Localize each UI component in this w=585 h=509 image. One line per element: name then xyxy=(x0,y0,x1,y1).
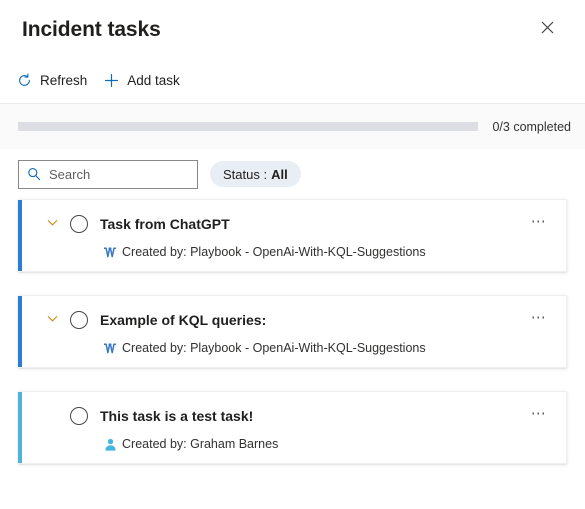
refresh-icon xyxy=(16,73,32,89)
more-horizontal-icon: ⋯ xyxy=(530,212,548,230)
task-meta: Created by: Playbook - OpenAi-With-KQL-S… xyxy=(18,245,552,259)
person-icon xyxy=(103,437,117,451)
task-created-by: Created by: Graham Barnes xyxy=(122,437,279,451)
progress-bar xyxy=(18,122,479,131)
task-complete-checkbox[interactable] xyxy=(70,311,88,329)
status-filter-pill[interactable]: Status : All xyxy=(210,161,301,187)
progress-band: 0/3 completed xyxy=(0,104,585,149)
more-horizontal-icon: ⋯ xyxy=(530,404,548,422)
more-horizontal-icon: ⋯ xyxy=(530,308,548,326)
refresh-button[interactable]: Refresh xyxy=(8,65,95,97)
chevron-down-icon xyxy=(46,312,59,328)
refresh-button-label: Refresh xyxy=(40,73,88,88)
progress-label: 0/3 completed xyxy=(492,119,571,134)
task-title: This task is a test task! xyxy=(100,407,254,424)
page-title: Incident tasks xyxy=(22,17,161,41)
close-icon xyxy=(541,21,554,37)
status-filter-value: All xyxy=(271,166,288,182)
chevron-down-icon xyxy=(46,216,59,232)
add-task-button[interactable]: Add task xyxy=(95,65,188,97)
task-accent-bar xyxy=(18,296,22,367)
search-icon xyxy=(27,167,41,181)
task-meta: Created by: Graham Barnes xyxy=(18,437,552,451)
task-title: Example of KQL queries: xyxy=(100,311,267,328)
filter-row: Status : All xyxy=(0,149,585,199)
playbook-icon xyxy=(103,341,117,355)
search-box[interactable] xyxy=(18,159,198,189)
search-input[interactable] xyxy=(49,166,189,182)
task-more-options-button[interactable]: ⋯ xyxy=(526,308,552,332)
task-more-options-button[interactable]: ⋯ xyxy=(526,404,552,428)
task-list: Task from ChatGPT ⋯ Created by: Playbook… xyxy=(0,199,585,464)
task-title: Task from ChatGPT xyxy=(100,215,230,232)
expand-chevron-button[interactable] xyxy=(40,212,64,236)
task-created-by: Created by: Playbook - OpenAi-With-KQL-S… xyxy=(122,341,426,355)
add-task-button-label: Add task xyxy=(127,73,180,88)
task-card[interactable]: Example of KQL queries: ⋯ Created by: Pl… xyxy=(18,295,567,368)
task-more-options-button[interactable]: ⋯ xyxy=(526,212,552,236)
task-meta: Created by: Playbook - OpenAi-With-KQL-S… xyxy=(18,341,552,355)
task-card[interactable]: Task from ChatGPT ⋯ Created by: Playbook… xyxy=(18,199,567,272)
close-button[interactable] xyxy=(531,13,563,45)
task-row: Example of KQL queries: ⋯ xyxy=(18,308,552,332)
task-accent-bar xyxy=(18,392,22,463)
task-row: This task is a test task! ⋯ xyxy=(18,404,552,428)
task-card[interactable]: This task is a test task! ⋯ Created by: … xyxy=(18,391,567,464)
playbook-icon xyxy=(103,245,117,259)
task-created-by: Created by: Playbook - OpenAi-With-KQL-S… xyxy=(122,245,426,259)
add-icon xyxy=(103,73,119,89)
expand-chevron-button[interactable] xyxy=(40,308,64,332)
task-accent-bar xyxy=(18,200,22,271)
task-complete-checkbox[interactable] xyxy=(70,407,88,425)
status-filter-prefix: Status : xyxy=(223,166,268,182)
command-bar: Refresh Add task xyxy=(0,58,585,104)
task-complete-checkbox[interactable] xyxy=(70,215,88,233)
task-row: Task from ChatGPT ⋯ xyxy=(18,212,552,236)
panel-header: Incident tasks xyxy=(0,0,585,58)
